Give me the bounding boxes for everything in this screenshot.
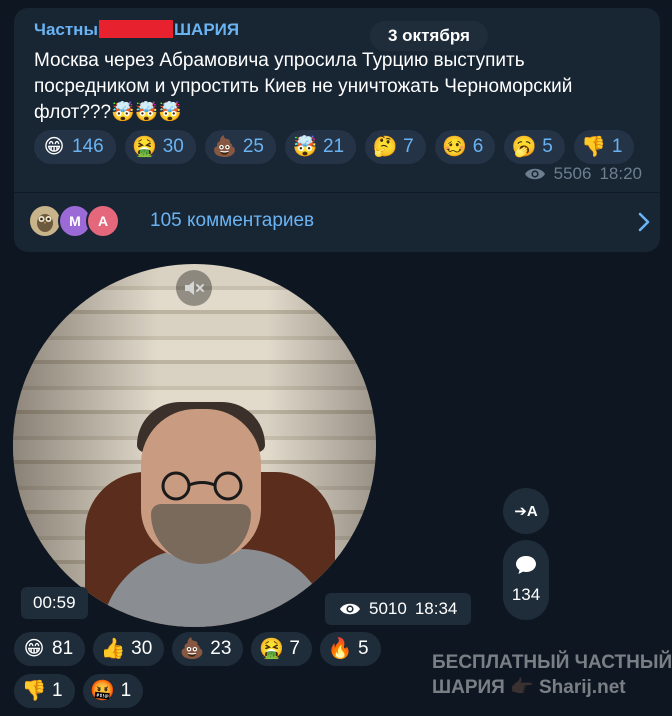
- reaction-button[interactable]: 🤯 21: [284, 130, 357, 164]
- cursing-face-icon: 🤬: [90, 680, 116, 702]
- reaction-button[interactable]: 💩 25: [204, 130, 276, 164]
- reaction-count: 1: [52, 680, 63, 701]
- reaction-button[interactable]: 👎 1: [14, 674, 75, 708]
- reaction-count: 23: [210, 638, 232, 659]
- view-count: 5010: [369, 599, 407, 618]
- watermark-line-1: БЕСПЛАТНЫЙ ЧАСТНЫЙ: [432, 652, 672, 673]
- reaction-button[interactable]: 👎 1: [573, 130, 635, 164]
- video-duration: 00:59: [21, 587, 88, 619]
- reaction-count: 25: [242, 136, 264, 157]
- reaction-count: 146: [72, 136, 104, 157]
- reaction-count: 7: [289, 638, 300, 659]
- reaction-button[interactable]: 🤔 7: [365, 130, 426, 164]
- reaction-button[interactable]: 😁 81: [14, 632, 86, 666]
- thumbs-down-icon: 👎: [581, 136, 607, 158]
- avatar: A: [86, 204, 120, 238]
- thumbs-down-icon: 👎: [21, 680, 47, 702]
- reaction-count: 1: [611, 136, 623, 157]
- video-frame-glasses: [161, 471, 243, 501]
- reaction-button[interactable]: 🤬 1: [82, 674, 144, 708]
- reaction-count: 1: [120, 680, 132, 701]
- translate-button[interactable]: ➔A: [503, 488, 549, 534]
- reaction-count: 30: [162, 136, 184, 157]
- reactions-bar: 😁 146 🤮 30 💩 25 🤯 21 🤔 7 🥴 6 🥱 5 👎 1: [34, 130, 635, 164]
- date-badge: 3 октября: [370, 21, 488, 51]
- reaction-button[interactable]: 🤮 30: [124, 130, 196, 164]
- reaction-button[interactable]: 🥴 6: [434, 130, 496, 164]
- channel-name-prefix: Частны: [34, 20, 98, 39]
- message-time: 18:34: [414, 599, 458, 618]
- reaction-button[interactable]: 🤮 7: [251, 632, 312, 666]
- chevron-right-icon: [638, 212, 650, 232]
- eye-icon: [524, 168, 545, 180]
- reaction-count: 5: [358, 638, 369, 659]
- video-message[interactable]: [13, 264, 376, 627]
- reaction-count: 5: [542, 136, 553, 157]
- video-reactions-bar: 😁 81 👍 30 💩 23 🤮 7 🔥 5 👎 1 🤬 1: [14, 632, 394, 708]
- comments-label: 105 комментариев: [150, 210, 315, 231]
- poop-icon: 💩: [212, 136, 238, 158]
- owl-icon: [37, 214, 53, 232]
- avatar: [28, 204, 62, 238]
- comments-link[interactable]: M A 105 комментариев: [28, 203, 654, 239]
- channel-name[interactable]: Частны ШАРИЯ: [34, 20, 239, 40]
- yawning-face-icon: 🥱: [511, 136, 537, 158]
- comments-count: 134: [511, 585, 541, 604]
- thinking-face-icon: 🤔: [372, 136, 398, 158]
- grinning-face-icon: 😁: [23, 638, 45, 660]
- message-meta: 5506 18:20: [524, 164, 642, 184]
- comments-button[interactable]: 134: [503, 540, 549, 620]
- speaker-muted-icon: [185, 281, 204, 295]
- divider: [14, 192, 660, 193]
- redaction-bar: [98, 20, 173, 38]
- fire-icon: 🔥: [327, 638, 353, 660]
- reaction-count: 81: [52, 638, 74, 659]
- reaction-button[interactable]: 😁 146: [34, 130, 116, 164]
- reaction-count: 21: [322, 136, 345, 157]
- comment-bubble-icon: [516, 556, 536, 574]
- thumbs-up-icon: 👍: [100, 638, 126, 660]
- reaction-button[interactable]: 💩 23: [172, 632, 244, 666]
- reaction-button[interactable]: 👍 30: [93, 632, 165, 666]
- poop-icon: 💩: [179, 638, 205, 660]
- mute-button[interactable]: [176, 270, 212, 306]
- watermark: БЕСПЛАТНЫЙ ЧАСТНЫЙ ШАРИЯ 👉🏿 Sharij.net: [432, 650, 672, 700]
- reaction-button[interactable]: 🥱 5: [504, 130, 565, 164]
- grinning-face-icon: 😁: [43, 136, 65, 158]
- reaction-count: 30: [131, 638, 153, 659]
- message-time: 18:20: [599, 164, 642, 183]
- reaction-button[interactable]: 🔥 5: [320, 632, 381, 666]
- view-count: 5506: [553, 164, 592, 183]
- woozy-face-icon: 🥴: [442, 136, 468, 158]
- message-text: Москва через Абрамовича упросила Турцию …: [34, 50, 573, 123]
- commenter-avatars: M A: [28, 204, 123, 238]
- watermark-line-2: ШАРИЯ 👉🏿 Sharij.net: [432, 677, 626, 698]
- exploding-head-icon: 🤯: [292, 136, 318, 158]
- vomiting-face-icon: 🤮: [258, 638, 284, 660]
- reaction-count: 7: [403, 136, 414, 157]
- eye-icon: [340, 603, 360, 615]
- video-meta: 5010 18:34: [325, 593, 472, 625]
- reaction-count: 6: [472, 136, 484, 157]
- message-card: Частны ШАРИЯ 3 октября Москва через Абрам…: [14, 8, 660, 252]
- channel-name-suffix: ШАРИЯ: [173, 20, 240, 39]
- vomiting-face-icon: 🤮: [132, 136, 158, 158]
